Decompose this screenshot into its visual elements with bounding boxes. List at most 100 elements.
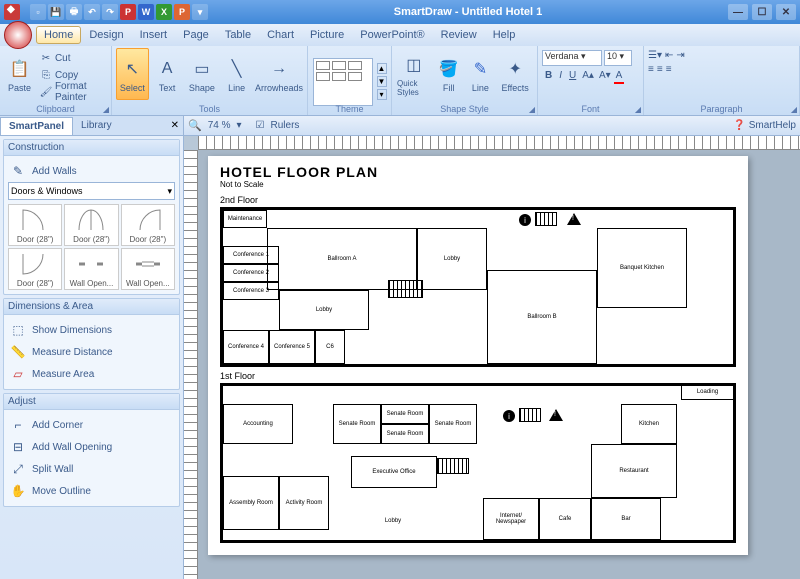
shrink-font-button[interactable]: A▾ bbox=[597, 69, 613, 84]
room-banquet: Banquet Kitchen bbox=[597, 228, 687, 308]
doors-windows-dropdown[interactable]: Doors & Windows▾ bbox=[8, 182, 175, 200]
canvas[interactable]: HOTEL FLOOR PLAN Not to Scale 2nd Floor … bbox=[198, 150, 800, 579]
tab-help[interactable]: Help bbox=[485, 26, 524, 44]
align-left-button[interactable]: ≡ bbox=[648, 64, 654, 75]
move-outline-button[interactable]: ✋Move Outline bbox=[8, 480, 175, 502]
cut-button[interactable]: ✂Cut bbox=[37, 50, 107, 66]
app-menu-button[interactable] bbox=[4, 21, 32, 49]
ribbon-tabs: Home Design Insert Page Table Chart Pict… bbox=[0, 24, 800, 46]
floorplan-1st[interactable]: Accounting Senate Room Senate Room Senat… bbox=[220, 383, 736, 543]
qat-excel-icon[interactable]: X bbox=[156, 4, 172, 20]
text-button[interactable]: AText bbox=[151, 48, 184, 100]
indent-left-button[interactable]: ⇤ bbox=[665, 50, 673, 61]
tab-insert[interactable]: Insert bbox=[132, 26, 176, 44]
align-center-button[interactable]: ≡ bbox=[657, 64, 663, 75]
theme-more-icon[interactable]: ▾ bbox=[377, 89, 387, 100]
add-wall-opening-button[interactable]: ⊟Add Wall Opening bbox=[8, 436, 175, 458]
quick-styles-button[interactable]: ◫Quick Styles bbox=[396, 48, 432, 100]
line-icon: ╲ bbox=[225, 57, 249, 81]
bold-button[interactable]: B bbox=[542, 69, 555, 84]
stairs-main bbox=[388, 280, 423, 298]
paragraph-launcher[interactable]: ◢ bbox=[791, 105, 797, 114]
rulers-checkbox[interactable]: Rulers bbox=[271, 120, 300, 131]
font-size-select[interactable]: 10 ▾ bbox=[604, 50, 632, 66]
document-page[interactable]: HOTEL FLOOR PLAN Not to Scale 2nd Floor … bbox=[208, 156, 748, 555]
theme-down-icon[interactable]: ▼ bbox=[377, 76, 387, 87]
indent-right-button[interactable]: ⇥ bbox=[676, 50, 684, 61]
bullets-button[interactable]: ☰▾ bbox=[648, 50, 662, 61]
tab-chart[interactable]: Chart bbox=[259, 26, 302, 44]
room-accounting: Accounting bbox=[223, 404, 293, 444]
tab-design[interactable]: Design bbox=[81, 26, 131, 44]
qat-undo-icon[interactable]: ↶ bbox=[84, 4, 100, 20]
theme-gallery[interactable] bbox=[313, 58, 373, 106]
tab-picture[interactable]: Picture bbox=[302, 26, 352, 44]
floorplan-2nd[interactable]: Maintenance Ballroom A Lobby Conference … bbox=[220, 207, 736, 367]
paste-button[interactable]: 📋 Paste bbox=[4, 48, 35, 100]
canvas-toolbar: 🔍 74 % ▾ ☑ Rulers ❓SmartHelp bbox=[184, 116, 800, 136]
italic-button[interactable]: I bbox=[556, 69, 565, 84]
qat-word-icon[interactable]: W bbox=[138, 4, 154, 20]
shape-button[interactable]: ▭Shape bbox=[186, 48, 219, 100]
smarthelp-button[interactable]: ❓SmartHelp bbox=[733, 120, 796, 131]
panel-close-icon[interactable]: ✕ bbox=[167, 120, 183, 131]
tab-powerpoint[interactable]: PowerPoint® bbox=[352, 26, 432, 44]
qat-print-icon[interactable]: 🖶 bbox=[66, 4, 82, 20]
font-family-select[interactable]: Verdana ▾ bbox=[542, 50, 602, 66]
split-wall-button[interactable]: ⤢Split Wall bbox=[8, 458, 175, 480]
underline-button[interactable]: U bbox=[566, 69, 579, 84]
tab-table[interactable]: Table bbox=[217, 26, 259, 44]
maximize-button[interactable]: ☐ bbox=[752, 4, 772, 20]
zoom-dropdown-icon[interactable]: ▾ bbox=[237, 120, 242, 131]
effects-button[interactable]: ✦Effects bbox=[497, 48, 533, 100]
tab-page[interactable]: Page bbox=[175, 26, 217, 44]
shape-door-4[interactable]: Door (28") bbox=[8, 248, 62, 290]
measure-distance-button[interactable]: 📏Measure Distance bbox=[8, 341, 175, 363]
zoom-icon[interactable]: 🔍 bbox=[188, 119, 202, 132]
shape-line-button[interactable]: ✎Line bbox=[466, 48, 496, 100]
room-conf2: Conference 2 bbox=[223, 264, 279, 282]
show-dimensions-button[interactable]: ⬚Show Dimensions bbox=[8, 319, 175, 341]
shapestyle-launcher[interactable]: ◢ bbox=[529, 105, 535, 114]
add-corner-button[interactable]: ⌐Add Corner bbox=[8, 414, 175, 436]
shape-wall-open-1[interactable]: Wall Open... bbox=[64, 248, 118, 290]
app-icon[interactable] bbox=[4, 4, 20, 20]
align-right-button[interactable]: ≡ bbox=[666, 64, 672, 75]
qat-dropdown-icon[interactable]: ▾ bbox=[192, 4, 208, 20]
minimize-button[interactable]: — bbox=[728, 4, 748, 20]
font-launcher[interactable]: ◢ bbox=[635, 105, 641, 114]
shape-door-1[interactable]: Door (28") bbox=[8, 204, 62, 246]
zoom-value[interactable]: 74 % bbox=[208, 120, 231, 131]
measure-area-button[interactable]: ▱Measure Area bbox=[8, 363, 175, 385]
qat-save-icon[interactable]: 💾 bbox=[48, 4, 64, 20]
close-button[interactable]: ✕ bbox=[776, 4, 796, 20]
clipboard-launcher[interactable]: ◢ bbox=[103, 105, 109, 114]
qat-new-icon[interactable]: ▫ bbox=[30, 4, 46, 20]
qat-pdf-icon[interactable]: P bbox=[120, 4, 136, 20]
tab-home[interactable]: Home bbox=[36, 26, 81, 44]
shape-door-3[interactable]: Door (28") bbox=[121, 204, 175, 246]
split-icon: ⤢ bbox=[10, 461, 26, 477]
grow-font-button[interactable]: A▴ bbox=[580, 69, 596, 84]
format-painter-button[interactable]: 🖌Format Painter bbox=[37, 84, 107, 100]
section-dimensions: Dimensions & Area ⬚Show Dimensions 📏Meas… bbox=[3, 298, 180, 390]
tab-library[interactable]: Library bbox=[73, 117, 120, 134]
tab-review[interactable]: Review bbox=[433, 26, 485, 44]
select-button[interactable]: ↖Select bbox=[116, 48, 149, 100]
text-icon: A bbox=[155, 57, 179, 81]
shape-wall-open-2[interactable]: Wall Open... bbox=[121, 248, 175, 290]
chevron-down-icon: ▾ bbox=[167, 186, 172, 197]
shape-door-2[interactable]: Door (28") bbox=[64, 204, 118, 246]
paste-icon: 📋 bbox=[7, 57, 31, 81]
fill-button[interactable]: 🪣Fill bbox=[434, 48, 464, 100]
font-color-button[interactable]: A bbox=[614, 69, 625, 84]
add-walls-button[interactable]: ✎Add Walls bbox=[8, 160, 175, 182]
qat-redo-icon[interactable]: ↷ bbox=[102, 4, 118, 20]
room-lobby: Lobby bbox=[353, 502, 433, 540]
line-button[interactable]: ╲Line bbox=[220, 48, 253, 100]
theme-up-icon[interactable]: ▲ bbox=[377, 63, 387, 74]
qat-ppt-icon[interactable]: P bbox=[174, 4, 190, 20]
arrowheads-button[interactable]: →Arrowheads bbox=[255, 48, 303, 100]
tab-smartpanel[interactable]: SmartPanel bbox=[0, 117, 73, 135]
canvas-area: 🔍 74 % ▾ ☑ Rulers ❓SmartHelp HOTEL FLOOR… bbox=[184, 116, 800, 579]
